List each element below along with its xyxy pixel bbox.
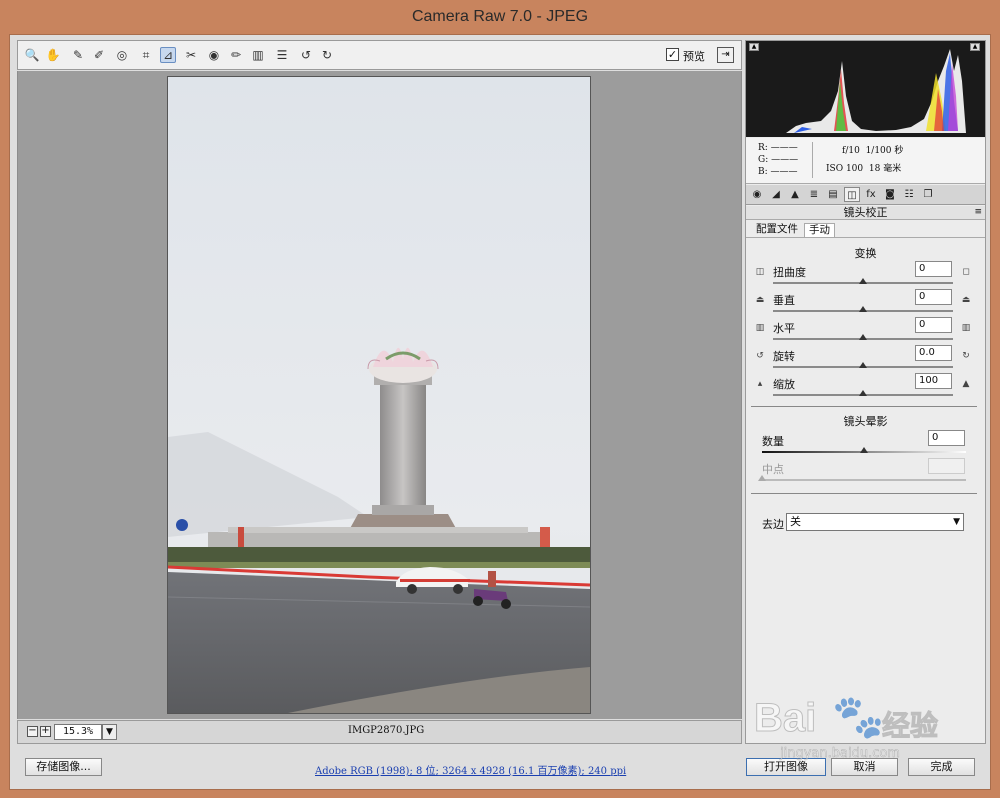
vertical-slider-thumb[interactable]: [859, 306, 867, 312]
distortion-pincushion-icon: ◻: [962, 267, 970, 277]
graduated-filter-icon[interactable]: ▥: [250, 47, 266, 63]
amount-slider-thumb[interactable]: [860, 447, 868, 453]
scale-large-icon: ▲: [962, 379, 970, 389]
save-image-button[interactable]: 存储图像...: [25, 758, 102, 776]
straighten-tool-icon[interactable]: ⊿: [160, 47, 176, 63]
focal-length-value: 18 毫米: [868, 164, 902, 174]
tab-profile[interactable]: 配置文件: [752, 223, 802, 237]
filename-label: IMGP2870.JPG: [348, 725, 425, 736]
panel-menu-icon[interactable]: ≡: [974, 207, 982, 217]
zoom-level-field[interactable]: 15.3%: [54, 724, 102, 740]
horizontal-input[interactable]: 0: [915, 317, 952, 333]
scale-input[interactable]: 100: [915, 373, 952, 389]
tone-curve-tab-icon[interactable]: ◢: [768, 187, 784, 202]
histogram: ▲ ▲: [746, 41, 985, 137]
scale-small-icon: ▴: [757, 379, 763, 389]
red-eye-tool-icon[interactable]: ◉: [206, 47, 222, 63]
done-button[interactable]: 完成: [908, 758, 975, 776]
crop-tool-icon[interactable]: ⌗: [138, 47, 154, 63]
panel-title: 镜头校正: [746, 206, 985, 220]
cancel-button[interactable]: 取消: [831, 758, 898, 776]
aperture-value: f/10: [842, 146, 860, 156]
scale-label: 缩放: [773, 378, 795, 391]
hand-tool-icon[interactable]: ✋: [45, 47, 61, 63]
vertical-right-icon: ⏏: [961, 295, 971, 305]
rotate-cw-icon[interactable]: ↻: [319, 47, 335, 63]
adjustment-panel: ▲ ▲ R: ——— G: ——— B: ——— f/10 1/100 秒 IS…: [745, 40, 986, 744]
g-value: ———: [771, 155, 799, 165]
photo-preview: [167, 76, 591, 714]
midpoint-slider-track: [762, 479, 966, 481]
distortion-input[interactable]: 0: [915, 261, 952, 277]
camera-raw-dialog: 🔍 ✋ ✎ ✐ ◎ ⌗ ⊿ ✂ ◉ ✏ ▥ ☰ ↺ ↻ ✓ 预览 ⇥ − + 1…: [9, 34, 991, 790]
window-title: Camera Raw 7.0 - JPEG: [411, 8, 589, 25]
zoom-dropdown-icon[interactable]: ▼: [102, 724, 117, 740]
rotate-ccw-icon[interactable]: ↺: [298, 47, 314, 63]
rotate-label: 旋转: [773, 350, 795, 363]
g-label: G:: [758, 155, 769, 165]
preview-checkbox[interactable]: ✓: [666, 48, 679, 61]
transform-heading: 变换: [854, 247, 877, 260]
rotate-input[interactable]: 0.0: [915, 345, 952, 361]
snapshots-tab-icon[interactable]: ❐: [920, 187, 936, 202]
workflow-options-link[interactable]: Adobe RGB (1998); 8 位; 3264 x 4928 (16.1…: [315, 762, 626, 777]
horizontal-slider-thumb[interactable]: [859, 334, 867, 340]
open-image-button[interactable]: 打开图像: [746, 758, 826, 776]
color-sampler-tool-icon[interactable]: ✐: [91, 47, 107, 63]
b-value: ———: [770, 167, 798, 177]
chevron-down-icon: ▼: [953, 517, 960, 527]
defringe-select[interactable]: 关 ▼: [786, 513, 964, 531]
midpoint-slider-thumb: [758, 475, 766, 481]
defringe-value: 关: [790, 515, 801, 528]
preferences-icon[interactable]: ☰: [274, 47, 290, 63]
lens-corrections-tab-icon[interactable]: ◫: [844, 187, 860, 202]
effects-tab-icon[interactable]: fx: [863, 187, 879, 202]
detail-tab-icon[interactable]: ▲: [787, 187, 803, 202]
shutter-value: 1/100 秒: [865, 146, 904, 156]
horizontal-label: 水平: [773, 322, 795, 335]
vertical-label: 垂直: [773, 294, 795, 307]
split-toning-tab-icon[interactable]: ▤: [825, 187, 841, 202]
distortion-slider-thumb[interactable]: [859, 278, 867, 284]
toolbar: 🔍 ✋ ✎ ✐ ◎ ⌗ ⊿ ✂ ◉ ✏ ▥ ☰ ↺ ↻ ✓ 预览 ⇥: [17, 40, 742, 70]
preview-label: 预览: [683, 50, 705, 63]
distortion-barrel-icon: ◫: [755, 267, 765, 277]
vignetting-heading: 镜头晕影: [843, 415, 888, 428]
hsl-tab-icon[interactable]: ≣: [806, 187, 822, 202]
zoom-out-button[interactable]: −: [27, 726, 38, 737]
camera-calibration-tab-icon[interactable]: ◙: [882, 187, 898, 202]
white-balance-tool-icon[interactable]: ✎: [70, 47, 86, 63]
status-bar: − + 15.3% ▼ IMGP2870.JPG: [17, 720, 742, 744]
zoom-in-button[interactable]: +: [40, 726, 51, 737]
camera-info: R: ——— G: ——— B: ——— f/10 1/100 秒 ISO 10…: [746, 138, 985, 184]
tab-manual[interactable]: 手动: [804, 223, 835, 237]
adjustment-brush-icon[interactable]: ✏: [228, 47, 244, 63]
defringe-label: 去边: [762, 518, 784, 531]
spot-removal-tool-icon[interactable]: ✂: [183, 47, 199, 63]
basic-tab-icon[interactable]: ◉: [749, 187, 765, 202]
b-label: B:: [758, 167, 768, 177]
amount-label: 数量: [762, 435, 784, 448]
vertical-input[interactable]: 0: [915, 289, 952, 305]
r-label: R:: [758, 143, 768, 153]
distortion-label: 扭曲度: [773, 266, 806, 279]
amount-input[interactable]: 0: [928, 430, 965, 446]
targeted-adjustment-tool-icon[interactable]: ◎: [114, 47, 130, 63]
image-canvas[interactable]: [17, 71, 742, 719]
presets-tab-icon[interactable]: ☷: [901, 187, 917, 202]
r-value: ———: [770, 143, 798, 153]
zoom-tool-icon[interactable]: 🔍: [24, 47, 40, 63]
panel-tab-bar: ◉ ◢ ▲ ≣ ▤ ◫ fx ◙ ☷ ❐: [746, 185, 985, 205]
rotate-left-icon: ↺: [756, 351, 764, 361]
rotate-right-icon: ↻: [962, 351, 970, 361]
iso-value: ISO 100: [826, 164, 864, 174]
rotate-slider-thumb[interactable]: [859, 362, 867, 368]
horizontal-right-icon: ▥: [961, 323, 971, 333]
horizontal-icon: ▥: [755, 323, 765, 333]
fullscreen-toggle-icon[interactable]: ⇥: [717, 47, 734, 63]
midpoint-input: [928, 458, 965, 474]
vertical-icon: ⏏: [755, 295, 765, 305]
scale-slider-thumb[interactable]: [859, 390, 867, 396]
